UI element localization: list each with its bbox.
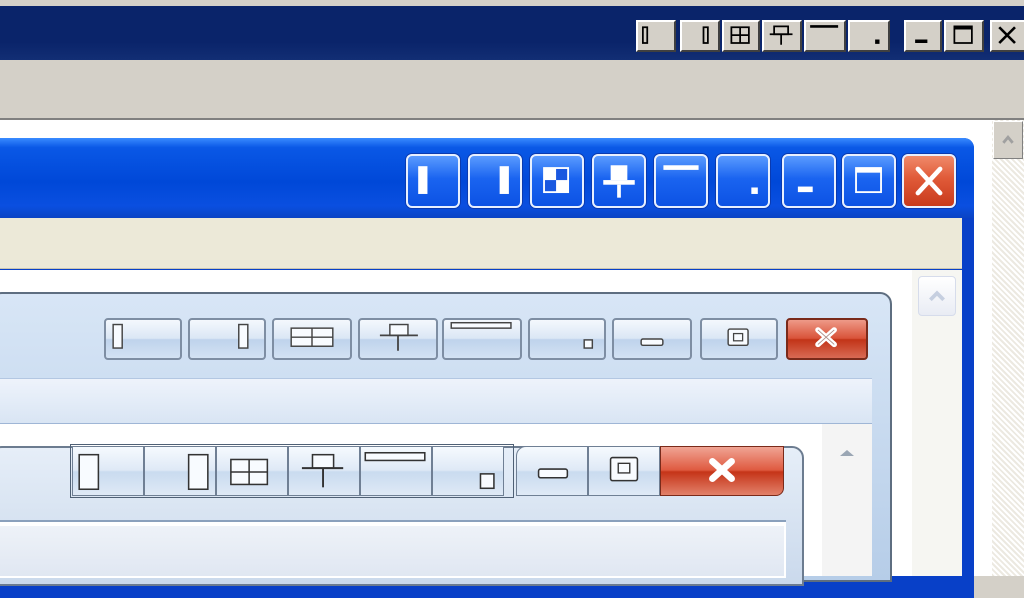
vista-tile-right-button[interactable] — [188, 318, 266, 360]
pin-icon — [379, 323, 418, 351]
classic-tile-right-button[interactable] — [680, 20, 720, 52]
vista-tile-grid-button[interactable] — [272, 318, 352, 360]
classic-tile-left-button[interactable] — [636, 20, 676, 52]
classic-vertical-scrollbar[interactable] — [992, 120, 1024, 576]
restore-corner-icon — [751, 187, 758, 194]
luna-close-button[interactable] — [902, 154, 956, 208]
dock-top-icon — [810, 25, 839, 28]
chevron-up-icon — [840, 450, 854, 456]
chevron-up-icon — [929, 290, 945, 302]
classic-scroll-up-button[interactable] — [993, 121, 1023, 159]
maximize-icon — [727, 328, 749, 347]
classic-tile-grid-button[interactable] — [722, 20, 760, 52]
minimize-icon — [797, 186, 813, 193]
vista-minimize-button[interactable] — [612, 318, 692, 360]
luna-scroll-up-button[interactable] — [918, 276, 956, 316]
tile-grid-icon — [730, 26, 750, 44]
pin-icon — [603, 165, 635, 198]
vista-restore-corner-button[interactable] — [528, 318, 606, 360]
pin-icon — [769, 25, 793, 45]
tile-left-icon — [418, 166, 428, 194]
luna-tile-grid-button[interactable] — [530, 154, 584, 208]
aero-maximize-button[interactable] — [588, 446, 660, 496]
vista-menu-bar — [0, 378, 872, 424]
aero-minimize-button[interactable] — [516, 446, 588, 496]
classic-pin-button[interactable] — [762, 20, 802, 52]
vista-maximize-button[interactable] — [700, 318, 778, 360]
close-icon — [709, 458, 735, 483]
close-icon — [998, 26, 1016, 44]
classic-minimize-button[interactable] — [904, 20, 942, 52]
tile-left-icon — [112, 323, 123, 349]
minimize-icon — [915, 39, 928, 43]
luna-tile-left-button[interactable] — [406, 154, 460, 208]
tile-grid-icon — [290, 327, 334, 347]
classic-menu-bar — [0, 60, 1024, 120]
vista-tile-left-button[interactable] — [104, 318, 182, 360]
maximize-icon — [855, 167, 882, 194]
minimize-icon — [640, 338, 664, 347]
luna-maximize-button[interactable] — [842, 154, 896, 208]
aero-tile-button-group — [70, 444, 514, 498]
vista-dock-top-button[interactable] — [442, 318, 522, 360]
aero-close-button[interactable] — [660, 446, 784, 496]
aero-content-panel — [0, 526, 784, 576]
vista-vertical-scrollbar[interactable] — [822, 424, 872, 576]
vista-close-button[interactable] — [786, 318, 868, 360]
tile-right-icon — [499, 166, 509, 194]
tile-right-icon — [238, 323, 249, 349]
maximize-icon — [609, 456, 639, 482]
luna-menu-bar — [0, 218, 962, 269]
luna-restore-corner-button[interactable] — [716, 154, 770, 208]
luna-tile-right-button[interactable] — [468, 154, 522, 208]
tile-right-icon — [702, 26, 709, 44]
tile-left-icon — [642, 26, 649, 44]
classic-dock-top-button[interactable] — [804, 20, 846, 52]
dock-top-icon — [663, 165, 699, 170]
luna-dock-top-button[interactable] — [654, 154, 708, 208]
chevron-up-icon — [1002, 135, 1014, 144]
classic-close-button[interactable] — [990, 20, 1024, 52]
restore-corner-icon — [875, 39, 880, 44]
luna-pin-button[interactable] — [592, 154, 646, 208]
minimize-icon — [537, 468, 569, 479]
tile-grid-icon — [543, 167, 570, 194]
luna-minimize-button[interactable] — [782, 154, 836, 208]
dock-top-icon — [450, 321, 512, 329]
close-icon — [815, 327, 837, 348]
classic-maximize-button[interactable] — [944, 20, 984, 52]
restore-corner-icon — [583, 339, 594, 349]
maximize-icon — [953, 25, 973, 44]
close-icon — [915, 166, 943, 196]
classic-restore-corner-button[interactable] — [848, 20, 890, 52]
vista-pin-button[interactable] — [358, 318, 438, 360]
